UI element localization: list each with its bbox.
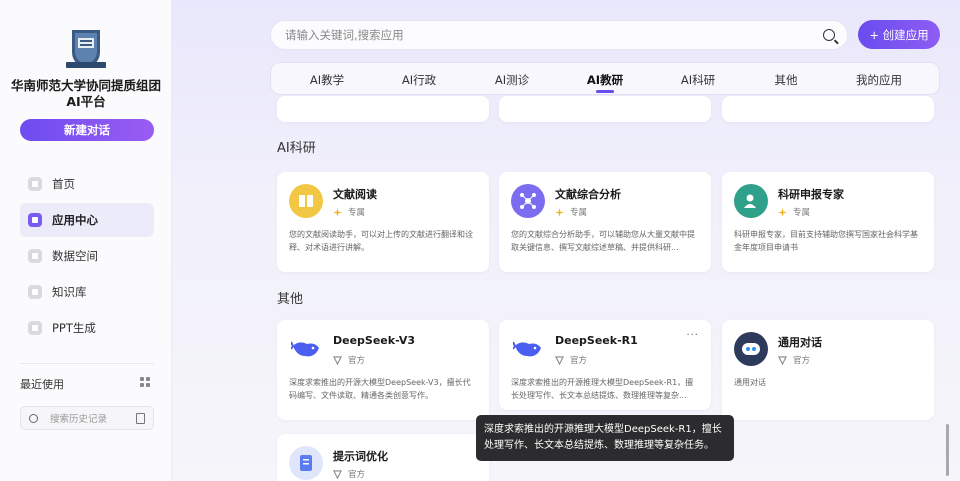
card-tag: 专属 (555, 206, 587, 218)
card-tag: 官方 (333, 354, 365, 366)
search-icon[interactable] (823, 29, 835, 41)
sidebar-item-ppt[interactable]: PPT生成 (20, 311, 154, 345)
network-icon (511, 184, 545, 218)
app-card-literature-reading[interactable]: 文献阅读 专属 您的文献阅读助手，可以对上传的文献进行翻译和诠释、对术语进行讲解… (277, 172, 489, 272)
tab-ai-assessment[interactable]: AI测诊 (477, 72, 547, 88)
document-icon[interactable] (136, 413, 145, 424)
description-tooltip: 深度求索推出的开源推理大模型DeepSeek-R1，擅长处理写作、长文本总结提炼… (476, 415, 734, 461)
app-card[interactable] (722, 96, 934, 122)
grid-icon[interactable] (140, 377, 150, 387)
official-badge-icon (555, 355, 564, 365)
org-title: 华南师范大学协同提质组团AI平台 (10, 78, 161, 109)
card-name: 通用对话 (778, 336, 822, 349)
card-description: 科研申报专家，目前支持辅助您撰写国家社会科学基金年度项目申请书 (734, 230, 918, 252)
sidebar-item-label: 知识库 (52, 285, 87, 299)
card-description: 通用对话 (734, 378, 766, 387)
app-search-input[interactable]: 请输入关键词,搜索应用 (270, 20, 848, 50)
app-card-general-chat[interactable]: 通用对话 官方 通用对话 (722, 320, 934, 420)
sidebar: 华南师范大学协同提质组团AI平台 新建对话 首页 应用中心 数据空间 知识库 P… (0, 0, 172, 481)
sparkle-icon (555, 207, 564, 217)
data-icon (28, 249, 42, 263)
tab-ai-teaching[interactable]: AI教学 (292, 72, 362, 88)
create-app-button[interactable]: + 创建应用 (858, 20, 940, 49)
sidebar-item-label: 首页 (52, 177, 75, 191)
sidebar-item-label: 应用中心 (52, 213, 98, 227)
app-card-deepseek-r1[interactable]: DeepSeek-R1 ··· 官方 深度求索推出的开源推理大模型DeepSee… (499, 320, 711, 410)
tab-ai-research[interactable]: AI科研 (663, 72, 733, 88)
card-name: 科研申报专家 (778, 188, 844, 201)
home-icon (28, 177, 42, 191)
card-description: 深度求索推出的开源推理大模型DeepSeek-R1，擅长处理写作、长文本总结提炼… (511, 378, 694, 400)
university-logo (66, 30, 106, 68)
category-tabs: AI教学 AI行政 AI测诊 AI教研 AI科研 其他 我的应用 (270, 62, 940, 95)
card-name: DeepSeek-R1 (555, 334, 638, 347)
official-badge-icon (333, 355, 342, 365)
section-title-other: 其他 (277, 292, 304, 307)
book-icon (289, 184, 323, 218)
card-description: 深度求索推出的开源大模型DeepSeek-V3，擅长代码编写、文件读取、精通各类… (289, 378, 471, 400)
sidebar-item-knowledge[interactable]: 知识库 (20, 275, 154, 309)
sidebar-item-label: PPT生成 (52, 321, 96, 335)
card-name: 文献阅读 (333, 188, 377, 201)
robot-icon (734, 332, 768, 366)
card-name: 提示词优化 (333, 450, 388, 463)
search-placeholder: 请输入关键词,搜索应用 (285, 28, 404, 42)
new-chat-button[interactable]: 新建对话 (20, 119, 154, 141)
card-tag: 专属 (333, 206, 365, 218)
search-icon (29, 413, 38, 423)
whale-icon (511, 332, 545, 366)
history-search-input[interactable]: 搜索历史记录 (20, 406, 154, 430)
prompt-doc-icon (289, 446, 323, 480)
more-icon[interactable]: ··· (686, 330, 699, 341)
card-description: 您的文献综合分析助手，可以辅助您从大量文献中提取关键信息、撰写文献综述草稿、并提… (511, 230, 695, 252)
sidebar-item-label: 数据空间 (52, 249, 98, 263)
sidebar-item-data-space[interactable]: 数据空间 (20, 239, 154, 273)
divider (20, 363, 154, 364)
sidebar-item-app-center[interactable]: 应用中心 (20, 203, 154, 237)
section-title-research: AI科研 (277, 141, 316, 156)
card-tag: 专属 (778, 206, 810, 218)
app-card-research-application[interactable]: 科研申报专家 专属 科研申报专家，目前支持辅助您撰写国家社会科学基金年度项目申请… (722, 172, 934, 272)
sparkle-icon (333, 207, 342, 217)
ppt-icon (28, 321, 42, 335)
card-description: 您的文献阅读助手，可以对上传的文献进行翻译和诠释、对术语进行讲解。 (289, 230, 473, 252)
card-tag: 官方 (778, 354, 810, 366)
tab-ai-admin[interactable]: AI行政 (384, 72, 454, 88)
tab-other[interactable]: 其他 (751, 72, 821, 88)
recent-label: 最近使用 (20, 378, 64, 391)
official-badge-icon (333, 469, 342, 479)
card-name: DeepSeek-V3 (333, 334, 416, 347)
app-card-prompt-optimization[interactable]: 提示词优化 官方 (277, 434, 489, 481)
card-name: 文献综合分析 (555, 188, 621, 201)
apps-icon (28, 213, 42, 227)
sidebar-item-home[interactable]: 首页 (20, 167, 154, 201)
app-card-deepseek-v3[interactable]: DeepSeek-V3 官方 深度求索推出的开源大模型DeepSeek-V3，擅… (277, 320, 489, 420)
app-card-literature-analysis[interactable]: 文献综合分析 专属 您的文献综合分析助手，可以辅助您从大量文献中提取关键信息、撰… (499, 172, 711, 272)
card-tag: 官方 (333, 468, 365, 480)
scrollbar[interactable] (946, 424, 949, 476)
history-search-placeholder: 搜索历史记录 (50, 414, 108, 425)
whale-icon (289, 332, 323, 366)
expert-icon (734, 184, 768, 218)
tab-my-apps[interactable]: 我的应用 (844, 72, 914, 88)
sparkle-icon (778, 207, 787, 217)
knowledge-icon (28, 285, 42, 299)
app-card[interactable] (277, 96, 489, 122)
card-tag: 官方 (555, 354, 587, 366)
tab-ai-teaching-research[interactable]: AI教研 (570, 72, 640, 93)
official-badge-icon (778, 355, 787, 365)
app-card[interactable] (499, 96, 711, 122)
